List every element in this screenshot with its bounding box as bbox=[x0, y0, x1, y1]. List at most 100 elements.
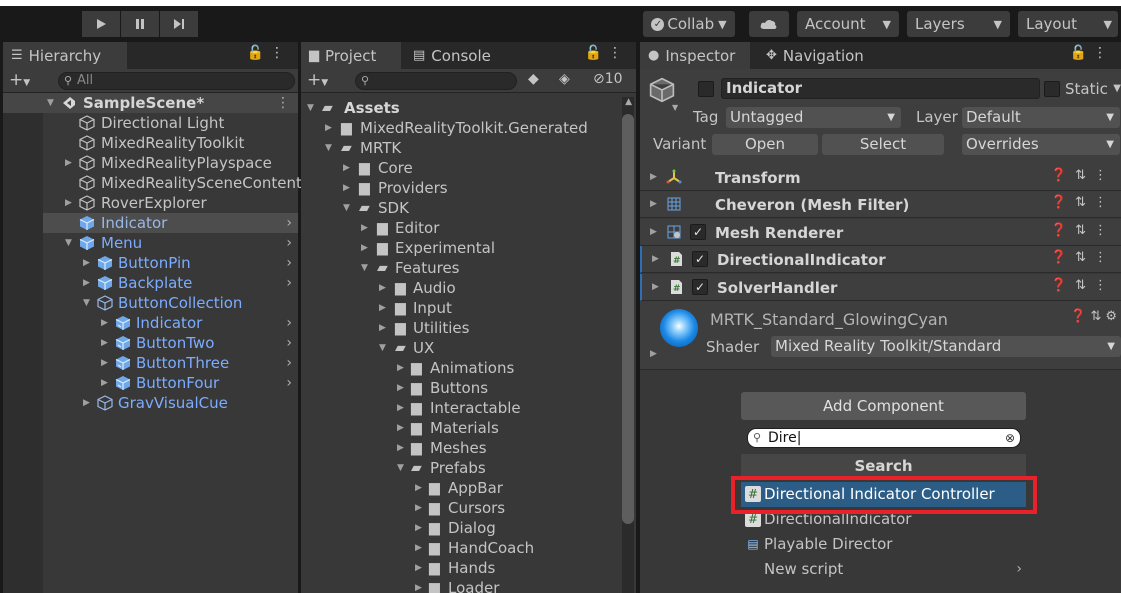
clear-search-icon[interactable]: ⊗ bbox=[1005, 429, 1015, 447]
expand-arrow-icon[interactable]: ▶ bbox=[415, 543, 422, 553]
expand-arrow-icon[interactable]: ▶ bbox=[83, 398, 90, 408]
panel-actions[interactable]: 🔓⋮ bbox=[1070, 45, 1113, 61]
settings-icon[interactable]: ⇅ bbox=[1075, 168, 1094, 183]
more-icon[interactable]: ⋮ bbox=[270, 45, 290, 61]
expand-arrow-icon[interactable]: ▶ bbox=[650, 227, 657, 237]
folder-row[interactable]: ▶ ▆ HandCoach bbox=[301, 538, 636, 558]
chevron-right-icon[interactable]: › bbox=[286, 355, 292, 371]
folder-row[interactable]: ▶ ▆ Cursors bbox=[301, 498, 636, 518]
hierarchy-item-selected[interactable]: Indicator › bbox=[43, 213, 298, 233]
expand-arrow-icon[interactable]: ▶ bbox=[361, 243, 368, 253]
settings-icon[interactable]: ⇅ bbox=[1075, 250, 1094, 265]
folder-row[interactable]: ▶ ▆ Interactable bbox=[301, 398, 636, 418]
component-tools[interactable]: ❓⇅⋮ bbox=[1051, 195, 1115, 210]
expand-arrow-icon[interactable]: ▶ bbox=[650, 199, 657, 209]
hierarchy-item[interactable]: ▶ GravVisualCue bbox=[3, 393, 298, 413]
component-transform[interactable]: ▶ Transform ❓⇅⋮ bbox=[640, 164, 1121, 191]
help-icon[interactable]: ❓ bbox=[1051, 278, 1075, 293]
chevron-right-icon[interactable]: › bbox=[286, 235, 292, 251]
folder-row[interactable]: ▼ ▰ Features bbox=[301, 258, 636, 278]
help-icon[interactable]: ❓ bbox=[1051, 195, 1075, 210]
more-icon[interactable]: ⋮ bbox=[1094, 223, 1115, 238]
expand-arrow-icon[interactable]: ▶ bbox=[650, 349, 657, 359]
open-prefab-button[interactable]: Open bbox=[712, 134, 818, 155]
layers-dropdown[interactable]: Layers ▼ bbox=[907, 11, 1010, 37]
hierarchy-item[interactable]: ▶ MixedRealityPlayspace bbox=[3, 153, 298, 173]
step-button[interactable] bbox=[160, 11, 198, 37]
folder-row[interactable]: ▶ ▆ Loader bbox=[301, 578, 636, 593]
add-object-button[interactable]: +▼ bbox=[9, 70, 30, 90]
more-icon[interactable]: ⋮ bbox=[1094, 250, 1115, 265]
hierarchy-item[interactable]: ▶ ButtonFour › bbox=[3, 373, 298, 393]
expand-arrow-icon[interactable]: ▶ bbox=[65, 158, 72, 168]
folder-row[interactable]: ▶ ▆ Hands bbox=[301, 558, 636, 578]
filter-by-type-icon[interactable]: ◆ bbox=[528, 71, 539, 87]
expand-arrow-icon[interactable]: ▶ bbox=[397, 403, 404, 413]
expand-arrow-icon[interactable]: ▼ bbox=[397, 463, 404, 473]
folder-row[interactable]: ▼ ▰ UX bbox=[301, 338, 636, 358]
component-search-input[interactable]: ⚲ Dire| ⊗ bbox=[747, 428, 1021, 448]
folder-row[interactable]: ▶ ▆ Materials bbox=[301, 418, 636, 438]
settings-icon[interactable]: ⇅ bbox=[1075, 195, 1094, 210]
folder-row[interactable]: ▶ ▆ Meshes bbox=[301, 438, 636, 458]
project-search-input[interactable]: ⚲ bbox=[355, 72, 517, 90]
folder-row[interactable]: ▼ ▰ MRTK bbox=[301, 138, 636, 158]
component-tools[interactable]: ❓⇅⋮ bbox=[1051, 278, 1115, 293]
more-icon[interactable]: ⋮ bbox=[1094, 195, 1115, 210]
folder-row[interactable]: ▶ ▆ Dialog bbox=[301, 518, 636, 538]
hierarchy-item[interactable]: ▶ RoverExplorer bbox=[3, 193, 298, 213]
expand-arrow-icon[interactable]: ▶ bbox=[83, 278, 90, 288]
expand-arrow-icon[interactable]: ▶ bbox=[101, 358, 108, 368]
expand-arrow-icon[interactable]: ▶ bbox=[652, 254, 659, 264]
hierarchy-item[interactable]: ▼ Menu › bbox=[3, 233, 298, 253]
caret-down-icon[interactable]: ▼ bbox=[672, 103, 678, 112]
hierarchy-item[interactable]: MixedRealityToolkit bbox=[3, 133, 298, 153]
select-prefab-button[interactable]: Select bbox=[822, 134, 944, 155]
popup-item-new-script[interactable]: New script › bbox=[741, 557, 1026, 582]
more-icon[interactable]: ⋮ bbox=[1094, 278, 1115, 293]
tab-navigation[interactable]: ✥ Navigation bbox=[758, 42, 888, 69]
lock-icon[interactable]: 🔓 bbox=[247, 45, 270, 61]
settings-icon[interactable]: ⇅ bbox=[1075, 223, 1094, 238]
expand-arrow-icon[interactable]: ▶ bbox=[397, 443, 404, 453]
gear-icon[interactable]: ⚙ bbox=[1105, 309, 1121, 324]
expand-arrow-icon[interactable]: ▶ bbox=[415, 503, 422, 513]
expand-arrow-icon[interactable]: ▼ bbox=[307, 103, 314, 113]
expand-arrow-icon[interactable]: ▶ bbox=[65, 198, 72, 208]
expand-arrow-icon[interactable]: ▶ bbox=[397, 363, 404, 373]
chevron-right-icon[interactable]: › bbox=[286, 275, 292, 291]
folder-row[interactable]: ▶ ▆ Editor bbox=[301, 218, 636, 238]
more-icon[interactable]: ⋮ bbox=[1094, 168, 1115, 183]
component-mesh-filter[interactable]: ▶ Cheveron (Mesh Filter) ❓⇅⋮ bbox=[640, 191, 1121, 218]
folder-row[interactable]: ▶ ▆ Core bbox=[301, 158, 636, 178]
expand-arrow-icon[interactable]: ▶ bbox=[379, 323, 386, 333]
more-icon[interactable]: ⋮ bbox=[608, 45, 628, 61]
cloud-button[interactable] bbox=[749, 11, 789, 37]
folder-row[interactable]: ▼ ▰ Prefabs bbox=[301, 458, 636, 478]
chevron-right-icon[interactable]: › bbox=[286, 375, 292, 391]
tab-inspector[interactable]: ● Inspector bbox=[640, 42, 750, 69]
folder-row[interactable]: ▶ ▆ Experimental bbox=[301, 238, 636, 258]
folder-row[interactable]: ▶ ▆ Buttons bbox=[301, 378, 636, 398]
hierarchy-item[interactable]: Directional Light bbox=[3, 113, 298, 133]
create-asset-button[interactable]: +▼ bbox=[307, 70, 328, 90]
expand-arrow-icon[interactable]: ▶ bbox=[397, 423, 404, 433]
pause-button[interactable] bbox=[121, 11, 159, 37]
help-icon[interactable]: ❓ bbox=[1070, 309, 1090, 324]
chevron-right-icon[interactable]: › bbox=[286, 315, 292, 331]
play-button[interactable] bbox=[82, 11, 120, 37]
folder-row[interactable]: ▶ ▆ Utilities bbox=[301, 318, 636, 338]
expand-arrow-icon[interactable]: ▶ bbox=[379, 303, 386, 313]
expand-arrow-icon[interactable]: ▶ bbox=[652, 282, 659, 292]
expand-arrow-icon[interactable]: ▶ bbox=[397, 383, 404, 393]
component-directional-indicator[interactable]: ▶ # ✓ DirectionalIndicator ❓⇅⋮ bbox=[640, 246, 1121, 273]
tab-project[interactable]: ▆ Project bbox=[301, 42, 401, 69]
component-mesh-renderer[interactable]: ▶ ✓ Mesh Renderer ❓⇅⋮ bbox=[640, 219, 1121, 246]
more-icon[interactable]: ⋮ bbox=[276, 95, 290, 111]
object-name-field[interactable]: Indicator bbox=[721, 78, 1040, 99]
chevron-right-icon[interactable]: › bbox=[286, 255, 292, 271]
account-dropdown[interactable]: Account ▼ bbox=[797, 11, 899, 37]
expand-arrow-icon[interactable]: ▶ bbox=[83, 258, 90, 268]
expand-arrow-icon[interactable]: ▼ bbox=[343, 203, 350, 213]
expand-arrow-icon[interactable]: ▼ bbox=[47, 98, 54, 108]
